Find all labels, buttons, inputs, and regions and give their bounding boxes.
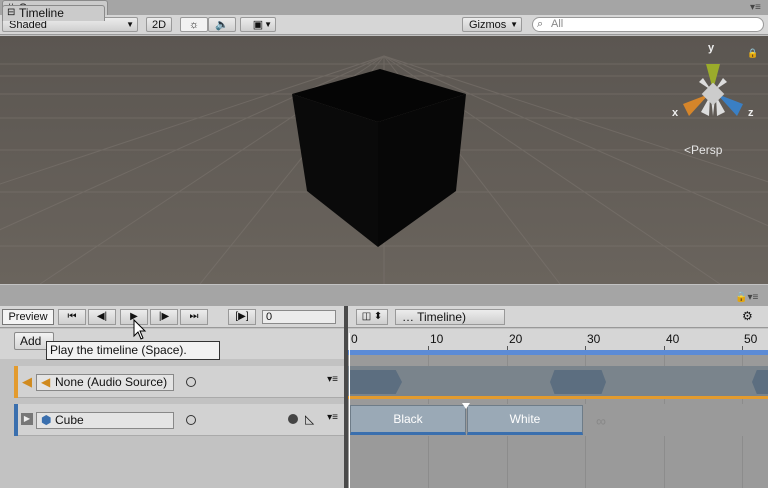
tooltip: Play the timeline (Space). [46,341,220,360]
ruler-tick-label: 50 [744,332,758,346]
timeline-tab-bar [0,285,768,306]
gizmo-x-label: x [672,107,679,119]
activation-track-color [14,404,18,436]
lighting-toggle-button[interactable]: ☼ [180,17,208,32]
gizmos-label: Gizmos [469,19,507,31]
mouse-cursor-icon [133,318,147,340]
scene-view-graphics [0,36,768,284]
audio-toggle-button[interactable]: 🔈 [208,17,236,32]
activation-track-icon: ▶ [21,413,33,425]
track-header-audio[interactable]: ◀ ◀ None (Audio Source) ▾≡ [14,366,344,398]
search-placeholder: All [551,18,564,30]
gear-icon[interactable]: ⚙ [742,309,753,323]
persp-text: Persp [691,143,723,157]
scene-tab-bar [0,0,768,15]
playhead[interactable] [349,333,350,488]
track-menu-icon[interactable]: ▾≡ [327,374,338,385]
previous-frame-button[interactable]: ◀| [88,309,116,325]
speaker-icon: 🔈 [215,19,229,31]
scene-toolbar: Shaded ▼ 2D ☼ 🔈 ▣ ▼ Gizmos ▼ ⌕ All [0,15,768,35]
window-menu-icon[interactable]: ▾≡ [750,2,761,13]
toggle-2d-button[interactable]: 2D [146,17,172,32]
clip-blend-marker [462,403,470,409]
activation-clip-white[interactable]: White [467,405,583,435]
track-header-activation[interactable]: ▶ ⬢ Cube ◺ ▾≡ [14,404,344,436]
audio-track-color [14,366,18,398]
image-icon: ▣ [252,19,264,31]
preview-button[interactable]: Preview [2,309,54,325]
add-label: Add [20,334,42,348]
audio-source-icon: ◀ [41,375,51,389]
object-picker-icon[interactable] [186,377,196,387]
object-picker-icon[interactable] [186,415,196,425]
projection-label[interactable]: <Persp [684,143,722,157]
goto-start-button[interactable]: ⏮ [58,309,86,325]
timeline-tab-label: Timeline [19,6,64,20]
ruler-tick-label: 10 [430,332,444,346]
goto-end-button[interactable]: ⏭ [180,309,208,325]
scene-search-input[interactable]: ⌕ All [532,17,764,32]
gizmo-z-label: z [748,107,754,119]
dropdown-arrow-icon: ▼ [510,20,518,29]
audio-source-field[interactable]: ◀ None (Audio Source) [36,374,174,391]
audio-track-underline [348,396,768,399]
activation-clip-black[interactable]: Black [350,405,466,435]
gizmo-y-label: y [708,42,715,54]
search-icon: ⌕ [537,18,544,30]
lock-icon[interactable]: 🔒 [747,48,758,59]
curves-icon[interactable]: ◺ [305,412,314,426]
current-time-field[interactable]: 0 [262,310,336,324]
track-list-toggle[interactable]: ◫ ⬍ [356,309,388,325]
sun-icon: ☼ [188,19,200,31]
ruler-tick-label: 30 [587,332,601,346]
gameobject-icon: ⬢ [41,413,52,427]
dropdown-arrow-icon: ▼ [126,20,134,29]
timeline-icon: ⊟ [7,7,16,18]
effects-dropdown[interactable]: ▣ ▼ [240,17,276,32]
next-frame-button[interactable]: |▶ [150,309,178,325]
speaker-icon: ◀ [22,374,32,389]
gizmos-dropdown[interactable]: Gizmos ▼ [462,17,522,32]
play-range-button[interactable]: [▶] [228,309,256,325]
tab-timeline[interactable]: ⊟ Timeline [2,5,105,21]
persp-arrow-icon: < [684,143,692,157]
scene-viewport[interactable]: y x z 🔒 <Persp [0,36,768,284]
timeline-toolbar: Preview ⏮ ◀| ▶ |▶ ⏭ [▶] 0 ◫ ⬍ … Timeline… [0,306,768,328]
panel-icon: ◫ ⬍ [361,311,383,322]
audio-clip[interactable] [550,370,606,394]
infinity-icon: ∞ [596,413,606,429]
audio-clip[interactable] [350,370,402,394]
track-menu-icon[interactable]: ▾≡ [327,412,338,423]
audio-track-name: None (Audio Source) [55,375,168,389]
timeline-window-menu-icon[interactable]: 🔒▾≡ [735,292,758,303]
bound-object-field[interactable]: ⬢ Cube [36,412,174,429]
activation-track-name: Cube [55,413,84,427]
ruler-tick-label: 0 [351,332,358,346]
record-button-icon[interactable] [288,414,298,424]
ruler-tick-label: 40 [666,332,680,346]
ruler-tick-label: 20 [509,332,523,346]
timeline-asset-breadcrumb[interactable]: … Timeline) [395,309,505,325]
dropdown-arrow-icon: ▼ [264,20,272,29]
